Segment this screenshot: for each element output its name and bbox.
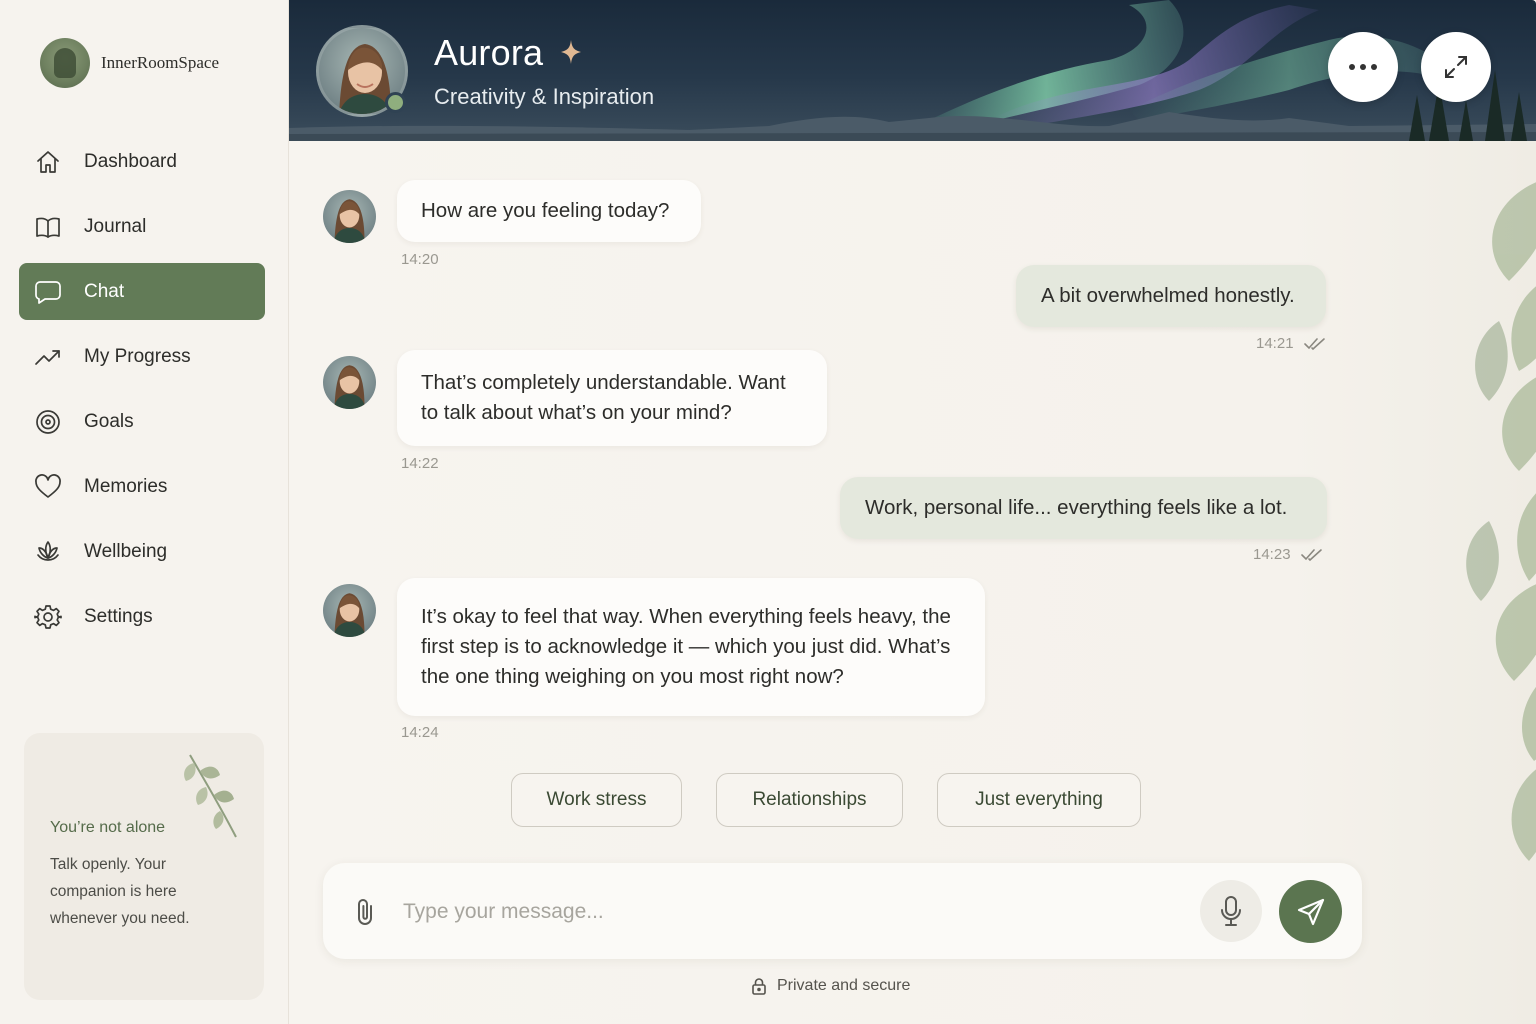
companion-name: Aurora — [434, 32, 544, 73]
sidebar: InnerRoomSpace Dashboard Journal Chat My… — [0, 0, 289, 1024]
quick-reply-relationships[interactable]: Relationships — [716, 773, 903, 827]
double-check-icon — [1303, 337, 1325, 350]
double-check-icon — [1300, 548, 1322, 561]
companion-message: It’s okay to feel that way. When everyth… — [397, 578, 985, 716]
sidebar-item-wellbeing[interactable]: Wellbeing — [19, 523, 265, 580]
message-time: 14:22 — [401, 455, 439, 472]
message-text: Work, personal life... everything feels … — [865, 496, 1288, 519]
sidebar-item-dashboard[interactable]: Dashboard — [19, 133, 265, 190]
lock-icon — [752, 978, 766, 995]
chat-area: How are you feeling today? 14:20 A bit o… — [289, 141, 1536, 1024]
companion-subtitle: Creativity & Inspiration — [434, 84, 655, 109]
more-dots-icon — [1349, 64, 1377, 70]
chat-header: Aurora Creativity & Inspiration — [289, 0, 1536, 141]
companion-portrait — [333, 365, 366, 409]
sidebar-item-label: Goals — [84, 410, 134, 432]
user-message: Work, personal life... everything feels … — [840, 477, 1327, 539]
message-time: 14:20 — [401, 251, 439, 268]
message-text: A bit overwhelmed honestly. — [1041, 284, 1295, 307]
sidebar-item-label: Memories — [84, 475, 168, 497]
send-plane-icon — [1297, 898, 1324, 925]
trend-icon — [35, 349, 60, 365]
privacy-note: Private and secure — [751, 977, 910, 995]
support-text: Talk openly. Your companion is here when… — [50, 856, 190, 927]
sidebar-item-label: My Progress — [84, 345, 191, 367]
sidebar-item-journal[interactable]: Journal — [19, 198, 265, 255]
companion-avatar-small — [323, 584, 376, 637]
companion-message: That’s completely understandable. Want t… — [397, 350, 827, 446]
companion-portrait — [333, 199, 366, 243]
online-status-dot — [385, 92, 406, 113]
chat-icon — [35, 280, 61, 304]
more-options-button[interactable] — [1328, 32, 1398, 102]
message-time: 14:23 — [1253, 546, 1291, 563]
sidebar-item-goals[interactable]: Goals — [19, 393, 265, 450]
message-text: That’s completely understandable. Want t… — [421, 371, 786, 424]
companion-avatar-small — [323, 190, 376, 243]
brand[interactable]: InnerRoomSpace — [40, 38, 219, 88]
gear-icon — [34, 604, 62, 629]
sidebar-item-memories[interactable]: Memories — [19, 458, 265, 515]
message-text: It’s okay to feel that way. When everyth… — [421, 605, 951, 688]
privacy-label: Private and secure — [777, 977, 911, 994]
microphone-icon — [1221, 896, 1241, 926]
sidebar-item-my-progress[interactable]: My Progress — [19, 328, 265, 385]
sidebar-item-label: Chat — [84, 280, 125, 302]
message-time: 14:24 — [401, 724, 439, 741]
leaf-sprig-icon — [184, 754, 237, 838]
voice-input-button[interactable] — [1200, 880, 1262, 942]
brand-logo — [40, 38, 90, 88]
target-icon — [36, 409, 60, 434]
send-button[interactable] — [1279, 880, 1342, 943]
message-text: How are you feeling today? — [421, 199, 670, 222]
message-input[interactable] — [403, 891, 1183, 933]
user-message: A bit overwhelmed honestly. — [1016, 265, 1326, 327]
support-card: You’re not alone Talk openly. Your compa… — [24, 733, 264, 1000]
expand-arrows-icon — [1445, 56, 1467, 78]
message-time: 14:21 — [1256, 335, 1294, 352]
plant-decoration-image — [1466, 182, 1536, 861]
paperclip-icon[interactable] — [353, 896, 379, 928]
quick-reply-work-stress[interactable]: Work stress — [511, 773, 682, 827]
sidebar-item-chat[interactable]: Chat — [19, 263, 265, 320]
companion-message: How are you feeling today? — [397, 180, 701, 242]
message-composer — [323, 863, 1362, 959]
companion-avatar-small — [323, 356, 376, 409]
support-title: You’re not alone — [50, 819, 166, 836]
sparkle-icon — [561, 40, 581, 64]
sidebar-item-label: Settings — [84, 605, 153, 627]
companion-portrait — [333, 593, 366, 637]
sidebar-item-label: Dashboard — [84, 150, 177, 172]
sidebar-item-label: Wellbeing — [84, 540, 168, 562]
book-icon — [36, 217, 60, 238]
sidebar-nav: Dashboard Journal Chat My Progress Goals… — [19, 133, 265, 653]
heart-icon — [35, 473, 61, 498]
lotus-icon — [37, 540, 59, 561]
quick-reply-just-everything[interactable]: Just everything — [937, 773, 1141, 827]
message-status: 14:21 — [1256, 335, 1326, 352]
brand-name: InnerRoomSpace — [101, 53, 220, 72]
message-status: 14:23 — [1253, 546, 1323, 563]
home-icon — [37, 150, 59, 173]
sidebar-item-label: Journal — [84, 215, 147, 237]
sidebar-item-settings[interactable]: Settings — [19, 588, 265, 645]
expand-button[interactable] — [1421, 32, 1491, 102]
